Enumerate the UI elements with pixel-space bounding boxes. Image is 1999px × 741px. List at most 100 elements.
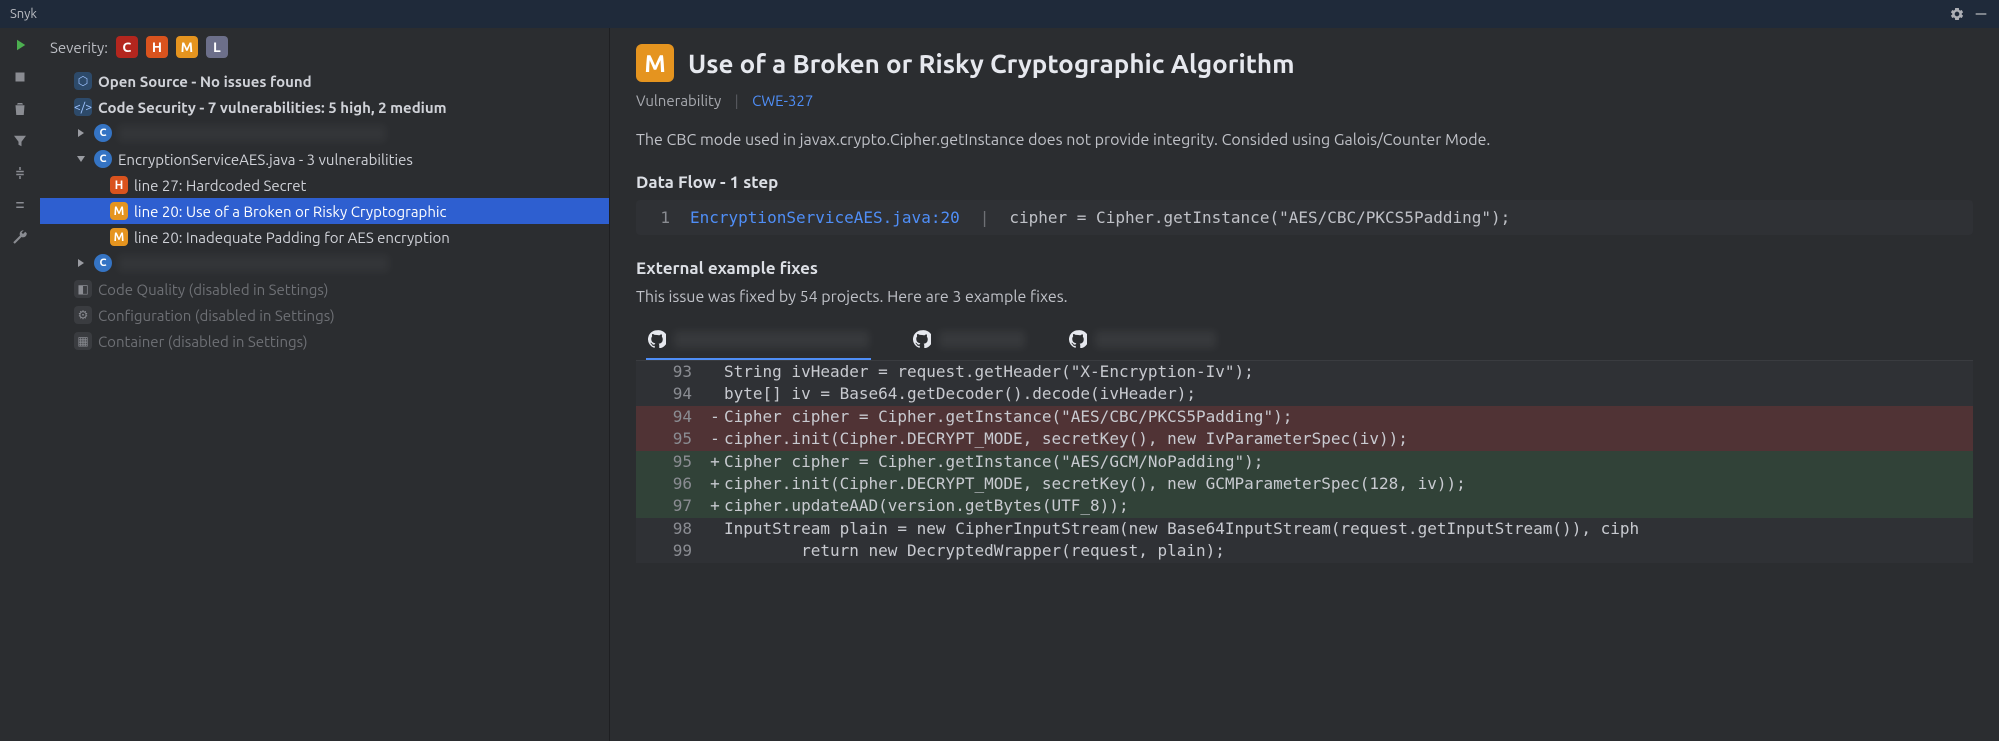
tree-label: Container (disabled in Settings) <box>98 333 308 350</box>
dataflow-step[interactable]: 1 EncryptionServiceAES.java:20 | cipher … <box>636 200 1973 235</box>
diff-sign: + <box>706 451 724 473</box>
title-bar: Snyk <box>0 0 1999 28</box>
filter-icon[interactable] <box>11 132 29 150</box>
tree-container[interactable]: ▦ Container (disabled in Settings) <box>40 328 609 354</box>
tab-label: xxxxxxxx xxxxxxxxxxx xxxx <box>674 331 869 348</box>
tree-label: EncryptionServiceAES.java - 3 vulnerabil… <box>118 151 413 168</box>
diff-sign <box>706 518 724 540</box>
issue-tree: ⬡ Open Source - No issues found </> Code… <box>40 68 609 354</box>
tree-label: line 20: Use of a Broken or Risky Crypto… <box>134 203 447 220</box>
diff-sign: + <box>706 473 724 495</box>
diff-line-no: 94 <box>636 406 706 428</box>
diff-row: 94byte[] iv = Base64.getDecoder().decode… <box>636 383 1973 405</box>
flow-sep: | <box>980 208 990 227</box>
diff-row: 95+Cipher cipher = Cipher.getInstance("A… <box>636 451 1973 473</box>
tree-label: line 27: Hardcoded Secret <box>134 177 306 194</box>
tree-code-quality[interactable]: ◧ Code Quality (disabled in Settings) <box>40 276 609 302</box>
diff-line-no: 97 <box>636 495 706 517</box>
tree-label: Configuration (disabled in Settings) <box>98 307 335 324</box>
diff-view: 93 String ivHeader = request.getHeader("X… <box>636 361 1973 563</box>
diff-sign: - <box>706 406 724 428</box>
trash-icon[interactable] <box>11 100 29 118</box>
minimize-icon[interactable] <box>1973 6 1989 22</box>
diff-code: cipher.init(Cipher.DECRYPT_MODE, secretK… <box>724 428 1973 450</box>
diff-sign <box>706 540 724 562</box>
severity-badge-m: M <box>110 202 128 220</box>
diff-line-no: 99 <box>636 540 706 562</box>
dataflow-heading: Data Flow - 1 step <box>636 173 1973 192</box>
detail-panel: M Use of a Broken or Risky Cryptographic… <box>610 28 1999 741</box>
diff-sign: + <box>706 495 724 517</box>
expand-icon[interactable] <box>11 164 29 182</box>
examples-sub: This issue was fixed by 54 projects. Her… <box>636 288 1973 306</box>
tool-gutter <box>0 28 40 741</box>
tree-configuration[interactable]: ⚙ Configuration (disabled in Settings) <box>40 302 609 328</box>
tree-label: xxxxxxxxxxxxxxxxxxxxxxxxxxxxxxxxxx <box>118 255 389 272</box>
example-tab[interactable]: xxxxxxxxxx <box>911 324 1027 360</box>
diff-row: 97+cipher.updateAAD(version.getBytes(UTF… <box>636 495 1973 517</box>
github-icon <box>913 330 931 348</box>
tree-open-source[interactable]: ⬡ Open Source - No issues found <box>40 68 609 94</box>
example-tab[interactable]: xxxxxxxxx xxxxx <box>1067 324 1218 360</box>
severity-badge-m: M <box>110 228 128 246</box>
diff-code: Cipher cipher = Cipher.getInstance("AES/… <box>724 406 1973 428</box>
diff-line-no: 93 <box>636 361 706 383</box>
tree-code-security[interactable]: </> Code Security - 7 vulnerabilities: 5… <box>40 94 609 120</box>
diff-row: 96+cipher.init(Cipher.DECRYPT_MODE, secr… <box>636 473 1973 495</box>
tree-label: xxxxxxxxxxx xxxxxx xxxx x xxxxxxxxxx <box>118 125 386 142</box>
examples-heading: External example fixes <box>636 259 1973 278</box>
wrench-icon[interactable] <box>11 228 29 246</box>
diff-sign <box>706 361 724 383</box>
severity-critical[interactable]: C <box>116 36 138 58</box>
diff-line-no: 96 <box>636 473 706 495</box>
flow-code: cipher = Cipher.getInstance("AES/CBC/PKC… <box>1009 208 1510 227</box>
tab-label: xxxxxxxxxx <box>939 331 1025 348</box>
detail-description: The CBC mode used in javax.crypto.Cipher… <box>636 131 1973 149</box>
diff-row: 98InputStream plain = new CipherInputStr… <box>636 518 1973 540</box>
tree-label: Code Security - 7 vulnerabilities: 5 hig… <box>98 99 447 116</box>
issues-panel: Severity: C H M L ⬡ Open Source - No iss… <box>40 28 610 741</box>
diff-code: InputStream plain = new CipherInputStrea… <box>724 518 1973 540</box>
github-icon <box>1069 330 1087 348</box>
tree-file-encryption[interactable]: C EncryptionServiceAES.java - 3 vulnerab… <box>40 146 609 172</box>
tree-vuln-broken-crypto[interactable]: M line 20: Use of a Broken or Risky Cryp… <box>40 198 609 224</box>
tab-label: xxxxxxxxx xxxxx <box>1095 331 1216 348</box>
diff-row: 99 return new DecryptedWrapper(request, … <box>636 540 1973 562</box>
tree-label: Open Source - No issues found <box>98 73 312 90</box>
diff-code: cipher.updateAAD(version.getBytes(UTF_8)… <box>724 495 1973 517</box>
diff-code: byte[] iv = Base64.getDecoder().decode(i… <box>724 383 1973 405</box>
severity-low[interactable]: L <box>206 36 228 58</box>
detail-title: Use of a Broken or Risky Cryptographic A… <box>688 49 1295 78</box>
collapse-icon[interactable] <box>11 196 29 214</box>
example-tab[interactable]: xxxxxxxx xxxxxxxxxxx xxxx <box>646 324 871 360</box>
diff-code: Cipher cipher = Cipher.getInstance("AES/… <box>724 451 1973 473</box>
flow-file[interactable]: EncryptionServiceAES.java:20 <box>690 208 960 227</box>
diff-row: 94-Cipher cipher = Cipher.getInstance("A… <box>636 406 1973 428</box>
tree-vuln-hardcoded[interactable]: H line 27: Hardcoded Secret <box>40 172 609 198</box>
diff-row: 93 String ivHeader = request.getHeader("X… <box>636 361 1973 383</box>
tree-file-redacted[interactable]: C xxxxxxxxxxxxxxxxxxxxxxxxxxxxxxxxxx <box>40 250 609 276</box>
github-icon <box>648 330 666 348</box>
detail-type: Vulnerability <box>636 92 721 109</box>
severity-medium[interactable]: M <box>176 36 198 58</box>
gear-icon[interactable] <box>1949 6 1965 22</box>
tree-label: line 20: Inadequate Padding for AES encr… <box>134 229 450 246</box>
tree-file-redacted[interactable]: C xxxxxxxxxxx xxxxxx xxxx x xxxxxxxxxx <box>40 120 609 146</box>
diff-code: return new DecryptedWrapper(request, pla… <box>724 540 1973 562</box>
diff-sign: - <box>706 428 724 450</box>
severity-high[interactable]: H <box>146 36 168 58</box>
app-title: Snyk <box>10 7 37 21</box>
diff-line-no: 95 <box>636 428 706 450</box>
severity-label: Severity: <box>50 39 108 56</box>
cwe-link[interactable]: CWE-327 <box>752 92 813 109</box>
diff-sign <box>706 383 724 405</box>
diff-code: String ivHeader = request.getHeader("X-E… <box>724 361 1973 383</box>
run-icon[interactable] <box>11 36 29 54</box>
diff-line-no: 95 <box>636 451 706 473</box>
severity-filter: Severity: C H M L <box>40 28 609 68</box>
separator: | <box>735 92 739 109</box>
tree-vuln-padding[interactable]: M line 20: Inadequate Padding for AES en… <box>40 224 609 250</box>
stop-icon[interactable] <box>11 68 29 86</box>
diff-code: cipher.init(Cipher.DECRYPT_MODE, secretK… <box>724 473 1973 495</box>
tree-label: Code Quality (disabled in Settings) <box>98 281 328 298</box>
